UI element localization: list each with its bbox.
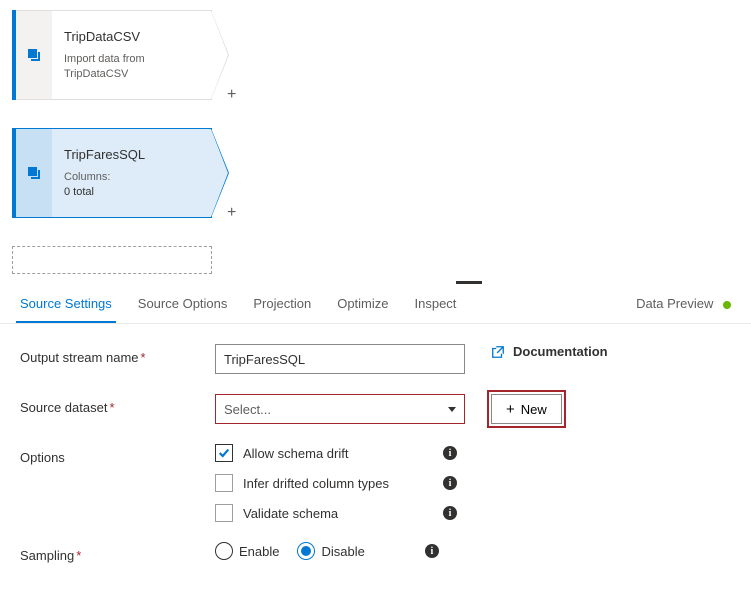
radio-icon bbox=[297, 542, 315, 560]
add-transform-button[interactable]: + bbox=[227, 204, 236, 222]
tab-source-settings[interactable]: Source Settings bbox=[16, 286, 116, 323]
source-settings-panel: Output stream name* Documentation Source… bbox=[0, 324, 751, 603]
node-body: TripDataCSV Import data from TripDataCSV bbox=[52, 10, 212, 100]
source-node-tripdatacsv[interactable]: TripDataCSV Import data from TripDataCSV… bbox=[12, 10, 212, 100]
source-node-tripfaressql[interactable]: TripFaresSQL Columns: 0 total + bbox=[12, 128, 212, 218]
sampling-enable-radio[interactable]: Enable bbox=[215, 542, 279, 560]
info-icon[interactable]: i bbox=[443, 476, 457, 490]
dataflow-canvas: TripDataCSV Import data from TripDataCSV… bbox=[0, 0, 751, 274]
sampling-enable-label: Enable bbox=[239, 544, 279, 559]
sampling-disable-radio[interactable]: Disable bbox=[297, 542, 364, 560]
info-icon[interactable]: i bbox=[443, 446, 457, 460]
source-icon bbox=[16, 10, 52, 100]
sampling-disable-label: Disable bbox=[321, 544, 364, 559]
validate-schema-label: Validate schema bbox=[243, 506, 433, 521]
required-indicator: * bbox=[76, 548, 81, 563]
chevron-down-icon bbox=[448, 407, 456, 412]
source-icon bbox=[16, 128, 52, 218]
checkmark-icon bbox=[218, 447, 230, 459]
node-body: TripFaresSQL Columns: 0 total bbox=[52, 128, 212, 218]
radio-icon bbox=[215, 542, 233, 560]
tab-optimize[interactable]: Optimize bbox=[333, 286, 392, 321]
node-subtitle: Import data from TripDataCSV bbox=[64, 52, 199, 81]
infer-drifted-types-label: Infer drifted column types bbox=[243, 476, 433, 491]
tab-data-preview[interactable]: Data Preview bbox=[632, 286, 735, 321]
select-placeholder: Select... bbox=[224, 402, 271, 417]
columns-total: 0 total bbox=[64, 186, 94, 198]
node-columns-info: Columns: 0 total bbox=[64, 170, 199, 199]
info-icon[interactable]: i bbox=[443, 506, 457, 520]
output-stream-name-input[interactable] bbox=[215, 344, 465, 374]
documentation-label: Documentation bbox=[513, 344, 608, 359]
validate-schema-checkbox[interactable] bbox=[215, 504, 233, 522]
columns-label: Columns: bbox=[64, 171, 110, 183]
add-transform-button[interactable]: + bbox=[227, 86, 236, 104]
add-source-placeholder[interactable] bbox=[12, 246, 212, 274]
node-title: TripDataCSV bbox=[64, 29, 199, 44]
allow-schema-drift-checkbox[interactable] bbox=[215, 444, 233, 462]
info-icon[interactable]: i bbox=[425, 544, 439, 558]
tab-projection[interactable]: Projection bbox=[249, 286, 315, 321]
source-dataset-select[interactable]: Select... bbox=[215, 394, 465, 424]
documentation-link[interactable]: Documentation bbox=[491, 344, 608, 359]
required-indicator: * bbox=[141, 350, 146, 365]
tab-hover-indicator bbox=[456, 281, 482, 284]
required-indicator: * bbox=[109, 400, 114, 415]
new-dataset-button[interactable]: + New bbox=[491, 394, 562, 424]
status-dot-icon bbox=[723, 301, 731, 309]
infer-drifted-types-checkbox[interactable] bbox=[215, 474, 233, 492]
allow-schema-drift-label: Allow schema drift bbox=[243, 446, 433, 461]
source-dataset-label: Source dataset* bbox=[20, 394, 215, 415]
tab-inspect[interactable]: Inspect bbox=[411, 286, 461, 321]
options-label: Options bbox=[20, 444, 215, 465]
tab-data-preview-label: Data Preview bbox=[636, 296, 713, 311]
settings-tabs: Source Settings Source Options Projectio… bbox=[0, 284, 751, 324]
new-button-label: New bbox=[521, 402, 547, 417]
plus-icon: + bbox=[506, 402, 515, 417]
node-title: TripFaresSQL bbox=[64, 147, 199, 162]
output-stream-name-label: Output stream name* bbox=[20, 344, 215, 365]
external-link-icon bbox=[491, 345, 505, 359]
sampling-label: Sampling* bbox=[20, 542, 215, 563]
tab-source-options[interactable]: Source Options bbox=[134, 286, 232, 321]
